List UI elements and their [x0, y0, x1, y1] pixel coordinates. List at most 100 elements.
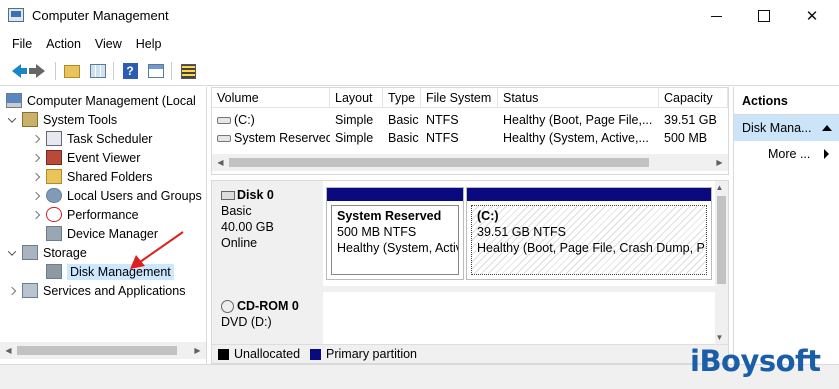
partition-status: Healthy (Boot, Page File, Crash Dump, P: [477, 241, 705, 255]
show-panel-icon[interactable]: [146, 61, 166, 81]
type-cell: Basic: [388, 113, 419, 127]
up-folder-icon[interactable]: [62, 61, 82, 81]
status-cell: Healthy (System, Active,...: [503, 131, 649, 145]
capacity-cell: 500 MB: [664, 131, 708, 145]
legend-primary: Primary partition: [326, 347, 418, 361]
cdrom-area[interactable]: [323, 292, 715, 344]
tree-item-local-users[interactable]: Local Users and Groups: [30, 186, 202, 205]
cdrom-label[interactable]: CD-ROM 0 DVD (D:): [212, 292, 322, 344]
tree-item-shared-folders[interactable]: Shared Folders: [30, 167, 152, 186]
help-icon[interactable]: ?: [120, 61, 140, 81]
tree-label: Shared Folders: [67, 169, 153, 184]
tree-item-device-manager[interactable]: Device Manager: [46, 224, 158, 243]
tree-item-performance[interactable]: Performance: [30, 205, 139, 224]
disk-status: Online: [221, 236, 258, 250]
disk-0-label[interactable]: Disk 0 Basic 40.00 GB Online: [212, 181, 322, 286]
tree-label: Services and Applications: [43, 283, 186, 298]
cdrom-drive: DVD (D:): [221, 315, 272, 329]
submenu-arrow-icon[interactable]: [824, 149, 829, 159]
forward-icon[interactable]: [28, 61, 50, 81]
more-actions[interactable]: More ...: [768, 145, 810, 163]
chevron-right-icon[interactable]: [30, 152, 42, 164]
column-header-file-system[interactable]: File System: [421, 88, 498, 108]
tree-item-services[interactable]: Services and Applications: [6, 281, 185, 300]
chevron-right-icon[interactable]: [6, 285, 18, 297]
properties-icon[interactable]: [178, 61, 198, 81]
console-tree-icon[interactable]: [88, 61, 108, 81]
users-icon: [46, 188, 62, 203]
tree-item-storage[interactable]: Storage: [6, 243, 87, 262]
tree-label: Storage: [43, 245, 87, 260]
disk-management-icon: [46, 264, 62, 279]
chevron-down-icon[interactable]: [6, 247, 18, 259]
menu-action[interactable]: Action: [39, 37, 88, 51]
cdrom-icon: [221, 300, 234, 314]
chevron-right-icon[interactable]: [30, 171, 42, 183]
tree-label: Computer Management (Local: [27, 93, 196, 108]
clock-icon: [46, 131, 62, 146]
scroll-left-icon[interactable]: ◀: [0, 342, 17, 359]
performance-icon: [46, 207, 62, 222]
chevron-right-icon[interactable]: [30, 209, 42, 221]
tree-item-task-scheduler[interactable]: Task Scheduler: [30, 129, 152, 148]
toolbar: ?: [0, 56, 839, 86]
minimize-button[interactable]: [693, 0, 739, 32]
scrollbar-thumb[interactable]: [17, 346, 177, 355]
column-header-status[interactable]: Status: [498, 88, 659, 108]
volume-list-header: Volume Layout Type File System Status Ca…: [212, 88, 728, 108]
toolbar-separator: [55, 62, 56, 80]
chevron-down-icon[interactable]: [6, 114, 18, 126]
tree-item-system-tools[interactable]: System Tools: [6, 110, 117, 129]
legend: Unallocated Primary partition: [212, 344, 728, 363]
scrollbar-thumb[interactable]: [229, 158, 649, 167]
disk-map-vertical-scrollbar[interactable]: ▲ ▼: [715, 181, 728, 344]
computer-icon: [6, 93, 22, 108]
tree-label: Local Users and Groups: [67, 188, 202, 203]
column-header-type[interactable]: Type: [383, 88, 421, 108]
partition-c[interactable]: (C:) 39.51 GB NTFS Healthy (Boot, Page F…: [466, 187, 712, 280]
tree-horizontal-scrollbar[interactable]: ◀ ▶: [0, 342, 206, 359]
legend-unallocated: Unallocated: [234, 347, 301, 361]
menu-help[interactable]: Help: [129, 37, 169, 51]
disk-name: Disk 0: [237, 188, 274, 202]
scrollbar-thumb[interactable]: [717, 196, 726, 284]
services-icon: [22, 283, 38, 298]
partition-system-reserved[interactable]: System Reserved 500 MB NTFS Healthy (Sys…: [326, 187, 464, 280]
scroll-right-icon[interactable]: ▶: [711, 154, 728, 171]
collapse-up-icon[interactable]: [822, 125, 832, 131]
back-icon[interactable]: [6, 61, 27, 81]
partition-size: 39.51 GB NTFS: [477, 225, 566, 239]
column-header-volume[interactable]: Volume: [212, 88, 330, 108]
tree-item-computer-management[interactable]: Computer Management (Local: [6, 91, 196, 110]
shared-folder-icon: [46, 169, 62, 184]
device-manager-icon: [46, 226, 62, 241]
tree-item-disk-management[interactable]: Disk Management: [46, 262, 174, 281]
chevron-right-icon[interactable]: [30, 190, 42, 202]
capacity-cell: 39.51 GB: [664, 113, 717, 127]
scroll-left-icon[interactable]: ◀: [212, 154, 229, 171]
file-system-cell: NTFS: [426, 113, 459, 127]
toolbar-separator: [171, 62, 172, 80]
menu-file[interactable]: File: [5, 37, 39, 51]
partition-name: (C:): [477, 209, 499, 223]
volume-horizontal-scrollbar[interactable]: ◀ ▶: [212, 154, 728, 171]
menu-bar: File Action View Help: [0, 32, 839, 56]
scroll-right-icon[interactable]: ▶: [189, 342, 206, 359]
actions-selected-label: Disk Mana...: [742, 121, 812, 135]
volume-row[interactable]: (C:) Simple Basic NTFS Healthy (Boot, Pa…: [212, 111, 728, 129]
partition-size: 500 MB NTFS: [337, 225, 417, 239]
scroll-up-icon[interactable]: ▲: [713, 181, 726, 194]
chevron-right-icon[interactable]: [30, 133, 42, 145]
tree-label: Device Manager: [67, 226, 159, 241]
column-header-capacity[interactable]: Capacity: [659, 88, 728, 108]
column-header-layout[interactable]: Layout: [330, 88, 383, 108]
close-button[interactable]: ✕: [789, 0, 835, 32]
menu-view[interactable]: View: [88, 37, 129, 51]
actions-disk-management[interactable]: Disk Mana...: [734, 115, 839, 141]
toolbar-separator: [113, 62, 114, 80]
tree-label: Performance: [67, 207, 139, 222]
maximize-button[interactable]: [741, 0, 787, 32]
volume-row[interactable]: System Reserved Simple Basic NTFS Health…: [212, 129, 728, 147]
disk-icon: [221, 191, 235, 201]
tree-item-event-viewer[interactable]: Event Viewer: [30, 148, 140, 167]
